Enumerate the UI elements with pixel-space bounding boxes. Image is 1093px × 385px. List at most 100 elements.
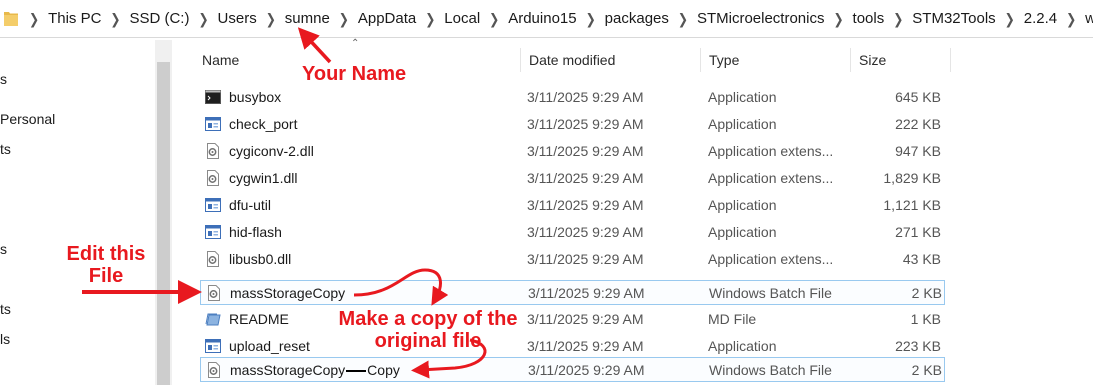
file-name: README: [229, 307, 289, 332]
file-row[interactable]: dfu-util 3/11/2025 9:29 AM Application 1,12…: [200, 193, 945, 218]
file-type: Application: [708, 224, 777, 240]
chevron-right-icon[interactable]: ❯: [101, 10, 129, 27]
chevron-right-icon[interactable]: ❯: [330, 10, 358, 27]
nav-item[interactable]: s: [0, 241, 7, 257]
annotation-your-name: Your Name: [302, 63, 407, 85]
file-type: Application extens...: [708, 143, 834, 159]
file-size: 271 KB: [895, 224, 941, 240]
nav-item[interactable]: ts: [0, 141, 11, 157]
chevron-right-icon[interactable]: ❯: [1057, 10, 1085, 27]
file-size: 1,829 KB: [883, 170, 941, 186]
file-date: 3/11/2025 9:29 AM: [527, 197, 644, 213]
file-name-text: README: [229, 311, 289, 327]
nav-item[interactable]: s: [0, 71, 7, 87]
file-name-text: cygiconv-2.dll: [229, 143, 314, 159]
file-date: 3/11/2025 9:29 AM: [527, 338, 644, 354]
chevron-right-icon[interactable]: ❯: [884, 10, 912, 27]
dll-gear-icon: [207, 251, 219, 267]
file-row[interactable]: massStorageCopy Copy 3/11/2025 9:29 AM Wind…: [200, 357, 945, 382]
file-date: 3/11/2025 9:29 AM: [527, 170, 644, 186]
annotation-copy-line2: original file: [374, 330, 482, 352]
breadcrumb-item[interactable]: STMicroelectronics: [697, 10, 825, 27]
file-name: cygwin1.dll: [229, 166, 297, 191]
breadcrumb-item[interactable]: Arduino15: [508, 10, 576, 27]
nav-item[interactable]: ls: [0, 331, 10, 347]
breadcrumb-item[interactable]: packages: [605, 10, 669, 27]
breadcrumb-item[interactable]: Local: [444, 10, 480, 27]
file-row[interactable]: README 3/11/2025 9:29 AM MD File 1 KB: [200, 307, 945, 332]
chevron-right-icon[interactable]: ❯: [577, 10, 605, 27]
chevron-right-icon[interactable]: ❯: [257, 10, 285, 27]
file-name-text: dfu-util: [229, 197, 272, 213]
breadcrumb-item[interactable]: 2.2.4: [1024, 10, 1057, 27]
address-bar[interactable]: ❯ This PC ❯ SSD (C:) ❯ Users ❯ sumne ❯ AppData ❯ Lo…: [0, 0, 1093, 38]
file-name: libusb0.dll: [229, 247, 291, 272]
file-date: 3/11/2025 9:29 AM: [528, 362, 645, 378]
file-row[interactable]: upload_reset 3/11/2025 9:29 AM Application…: [200, 334, 945, 359]
breadcrumb-item[interactable]: tools: [853, 10, 885, 27]
file-name-text: libusb0.dll: [229, 251, 292, 267]
file-size: 2 KB: [911, 362, 942, 378]
file-row[interactable]: check_port 3/11/2025 9:29 AM Application 22…: [200, 112, 945, 137]
file-date: 3/11/2025 9:29 AM: [527, 89, 644, 105]
nav-scrollbar-thumb[interactable]: [157, 62, 170, 385]
breadcrumb-item[interactable]: AppData: [358, 10, 416, 27]
file-name-text: hid-flash: [229, 224, 282, 240]
copy-dash: [346, 370, 367, 373]
file-row[interactable]: libusb0.dll 3/11/2025 9:29 AM Application …: [200, 247, 945, 272]
chevron-right-icon[interactable]: ❯: [824, 10, 852, 27]
file-row[interactable]: massStorageCopy 3/11/2025 9:29 AM Windows …: [200, 280, 945, 305]
file-date: 3/11/2025 9:29 AM: [527, 116, 644, 132]
nav-item[interactable]: Personal: [0, 111, 55, 127]
file-type: Application: [708, 197, 777, 213]
file-name: dfu-util: [229, 193, 271, 218]
file-size: 1,121 KB: [883, 197, 941, 213]
file-type: Application extens...: [708, 170, 834, 186]
batch-gear-icon: [208, 362, 220, 378]
column-header-date[interactable]: Date modified: [520, 48, 701, 72]
file-type: Application: [708, 116, 777, 132]
chevron-right-icon[interactable]: ❯: [189, 10, 217, 27]
app-window-icon: [205, 198, 221, 212]
file-row[interactable]: busybox 3/11/2025 9:29 AM Application 645 K…: [200, 85, 945, 110]
breadcrumb: ❯ This PC ❯ SSD (C:) ❯ Users ❯ sumne ❯ AppData ❯ Lo…: [20, 0, 1093, 37]
folder-icon: [4, 12, 18, 26]
file-row[interactable]: cygiconv-2.dll 3/11/2025 9:29 AM Applicati…: [200, 139, 945, 164]
breadcrumb-item[interactable]: This PC: [48, 10, 101, 27]
breadcrumb-item[interactable]: SSD (C:): [129, 10, 189, 27]
app-window-icon: [205, 117, 221, 131]
file-size: 223 KB: [895, 338, 941, 354]
file-date: 3/11/2025 9:29 AM: [527, 224, 644, 240]
annotation-copy-line1: Make a copy of the: [330, 308, 526, 330]
file-size: 222 KB: [895, 116, 941, 132]
file-size: 947 KB: [895, 143, 941, 159]
file-name-text: massStorageCopy: [230, 285, 346, 301]
breadcrumb-item[interactable]: STM32Tools: [912, 10, 995, 27]
console-app-icon: [205, 90, 221, 104]
chevron-right-icon[interactable]: ❯: [669, 10, 697, 27]
file-date: 3/11/2025 9:29 AM: [527, 143, 644, 159]
file-type: Application extens...: [708, 251, 834, 267]
breadcrumb-item[interactable]: sumne: [285, 10, 330, 27]
chevron-right-icon[interactable]: ❯: [480, 10, 508, 27]
file-size: 1 KB: [910, 311, 941, 327]
dll-gear-icon: [207, 143, 219, 159]
chevron-right-icon[interactable]: ❯: [416, 10, 444, 27]
file-size: 2 KB: [911, 285, 942, 301]
file-row[interactable]: cygwin1.dll 3/11/2025 9:29 AM Application …: [200, 166, 945, 191]
file-name: hid-flash: [229, 220, 282, 245]
chevron-right-icon[interactable]: ❯: [20, 10, 48, 27]
file-size: 43 KB: [902, 251, 941, 267]
nav-item[interactable]: ts: [0, 301, 11, 317]
dll-gear-icon: [207, 170, 219, 186]
file-name: cygiconv-2.dll: [229, 139, 314, 164]
file-row[interactable]: hid-flash 3/11/2025 9:29 AM Application 271…: [200, 220, 945, 245]
column-header-size[interactable]: Size: [850, 48, 951, 72]
column-header-type[interactable]: Type: [700, 48, 851, 72]
file-name: massStorageCopy: [230, 281, 345, 306]
file-name: check_port: [229, 112, 297, 137]
batch-gear-icon: [208, 285, 220, 301]
breadcrumb-item[interactable]: Users: [218, 10, 257, 27]
chevron-right-icon[interactable]: ❯: [996, 10, 1024, 27]
breadcrumb-item[interactable]: win: [1085, 10, 1093, 27]
